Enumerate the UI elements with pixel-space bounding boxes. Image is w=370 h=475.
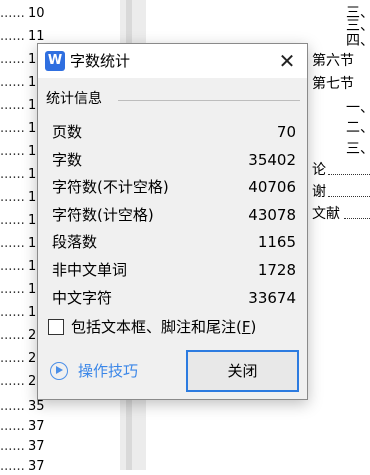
toc-dots: ......	[0, 167, 25, 182]
toc-heading: 三、	[346, 141, 370, 157]
toc-dots: ......	[0, 328, 25, 343]
stat-row-chars-no-spaces: 字符数(不计空格) 40706	[52, 174, 296, 202]
toc-dots: ......	[0, 6, 25, 21]
toc-page-number: 1	[28, 98, 37, 113]
toc-dots: ......	[0, 282, 25, 297]
toc-page-number: 1	[28, 213, 37, 228]
toc-page-number: 1	[28, 52, 37, 67]
toc-dots: ......	[0, 399, 25, 414]
toc-heading: 第六节	[312, 53, 354, 69]
stat-label: 非中文单词	[52, 260, 128, 279]
stat-row-pages: 页数 70	[52, 119, 296, 147]
toc-dots: ......	[0, 459, 25, 474]
stat-row-chars-with-spaces: 字符数(计空格) 43078	[52, 202, 296, 230]
toc-heading: 第七节	[312, 76, 354, 92]
stat-row-words: 字数 35402	[52, 147, 296, 175]
stat-label: 中文字符	[52, 288, 113, 307]
toc-heading: 二、	[346, 120, 370, 136]
statistics-section-label: 统计信息	[46, 91, 102, 107]
toc-row: ...... 37	[0, 419, 120, 435]
toc-dots: ......	[0, 29, 25, 44]
tips-label: 操作技巧	[78, 362, 139, 380]
toc-dots: ......	[0, 259, 25, 274]
toc-dots: ......	[0, 144, 25, 159]
toc-page-number: 1	[28, 190, 37, 205]
toc-dots: ......	[0, 190, 25, 205]
include-textboxes-checkbox[interactable]	[48, 319, 64, 335]
toc-page-number: 37	[28, 459, 45, 474]
toc-page-number: 2	[28, 351, 37, 366]
stat-row-non-chinese-words: 非中文单词 1728	[52, 257, 296, 285]
toc-row: ...... 37	[0, 459, 120, 475]
toc-leader-dots	[344, 216, 370, 219]
stat-value: 40706	[248, 178, 296, 197]
stat-value: 35402	[248, 150, 296, 169]
toc-page-number: 37	[28, 419, 45, 434]
statistics-list: 页数 70 字数 35402 字符数(不计空格) 40706 字符数(计空格) …	[52, 119, 296, 312]
include-textboxes-footnotes-option[interactable]: 包括文本框、脚注和尾注(F)	[48, 318, 298, 339]
toc-dots: ......	[0, 419, 25, 434]
stat-value: 1728	[257, 260, 296, 279]
dialog-title: 字数统计	[70, 52, 131, 70]
toc-leader-dots	[328, 194, 370, 197]
checkbox-hotkey: F	[241, 318, 251, 336]
dialog-titlebar[interactable]: W 字数统计 ✕	[38, 44, 307, 78]
toc-dots: ......	[0, 121, 25, 136]
close-button[interactable]: 关闭	[186, 350, 299, 392]
stat-label: 字数	[52, 150, 83, 169]
checkbox-label: 包括文本框、脚注和尾注(F)	[71, 318, 257, 336]
toc-page-number: 1	[28, 75, 37, 90]
toc-dots: ......	[0, 52, 25, 67]
play-circle-icon	[50, 362, 68, 380]
toc-dots: ......	[0, 236, 25, 251]
stat-label: 字符数(不计空格)	[52, 178, 169, 197]
toc-page-number: 1	[28, 236, 37, 251]
toc-dots: ......	[0, 213, 25, 228]
stat-value: 70	[276, 123, 296, 141]
toc-page-number: 1	[28, 305, 37, 320]
toc-page-number: 35	[28, 399, 45, 414]
toc-dots: ......	[0, 351, 25, 366]
stat-value: 33674	[248, 288, 296, 307]
toc-heading: 一、	[346, 100, 370, 116]
section-divider	[118, 100, 300, 101]
toc-page-number: 37	[28, 439, 45, 454]
toc-page-number: 10	[28, 6, 45, 21]
toc-dots: ......	[0, 98, 25, 113]
stat-label: 页数	[52, 123, 83, 141]
toc-dots: ......	[0, 439, 25, 454]
stat-row-paragraphs: 段落数 1165	[52, 229, 296, 257]
toc-page-number: 2	[28, 328, 37, 343]
toc-heading: 文献	[312, 206, 340, 222]
stat-label: 段落数	[52, 233, 98, 252]
stat-value: 43078	[248, 205, 296, 224]
close-icon[interactable]: ✕	[273, 48, 301, 74]
toc-leader-dots	[328, 172, 370, 175]
stat-label: 字符数(计空格)	[52, 205, 154, 224]
toc-heading: 论	[312, 162, 326, 178]
toc-dots: ......	[0, 305, 25, 320]
stat-row-chinese-chars: 中文字符 33674	[52, 285, 296, 313]
toc-row: ...... 35	[0, 399, 120, 415]
toc-row: ...... 37	[0, 439, 120, 455]
stat-value: 1165	[257, 233, 296, 252]
toc-page-number: 1	[28, 282, 37, 297]
toc-dots: ......	[0, 75, 25, 90]
toc-heading: 谢	[312, 184, 326, 200]
toc-page-number: 1	[28, 259, 37, 274]
toc-heading: 四、	[346, 33, 370, 49]
toc-page-number: 2	[28, 374, 37, 389]
toc-page-number: 1	[28, 144, 37, 159]
toc-dots: ......	[0, 374, 25, 389]
toc-page-number: 1	[28, 167, 37, 182]
toc-row: ...... 10	[0, 6, 120, 22]
word-count-dialog: W 字数统计 ✕ 统计信息 页数 70 字数 35402 字符数(不计空格) 4…	[37, 43, 308, 400]
wps-writer-icon: W	[45, 51, 65, 71]
toc-page-number: 1	[28, 121, 37, 136]
